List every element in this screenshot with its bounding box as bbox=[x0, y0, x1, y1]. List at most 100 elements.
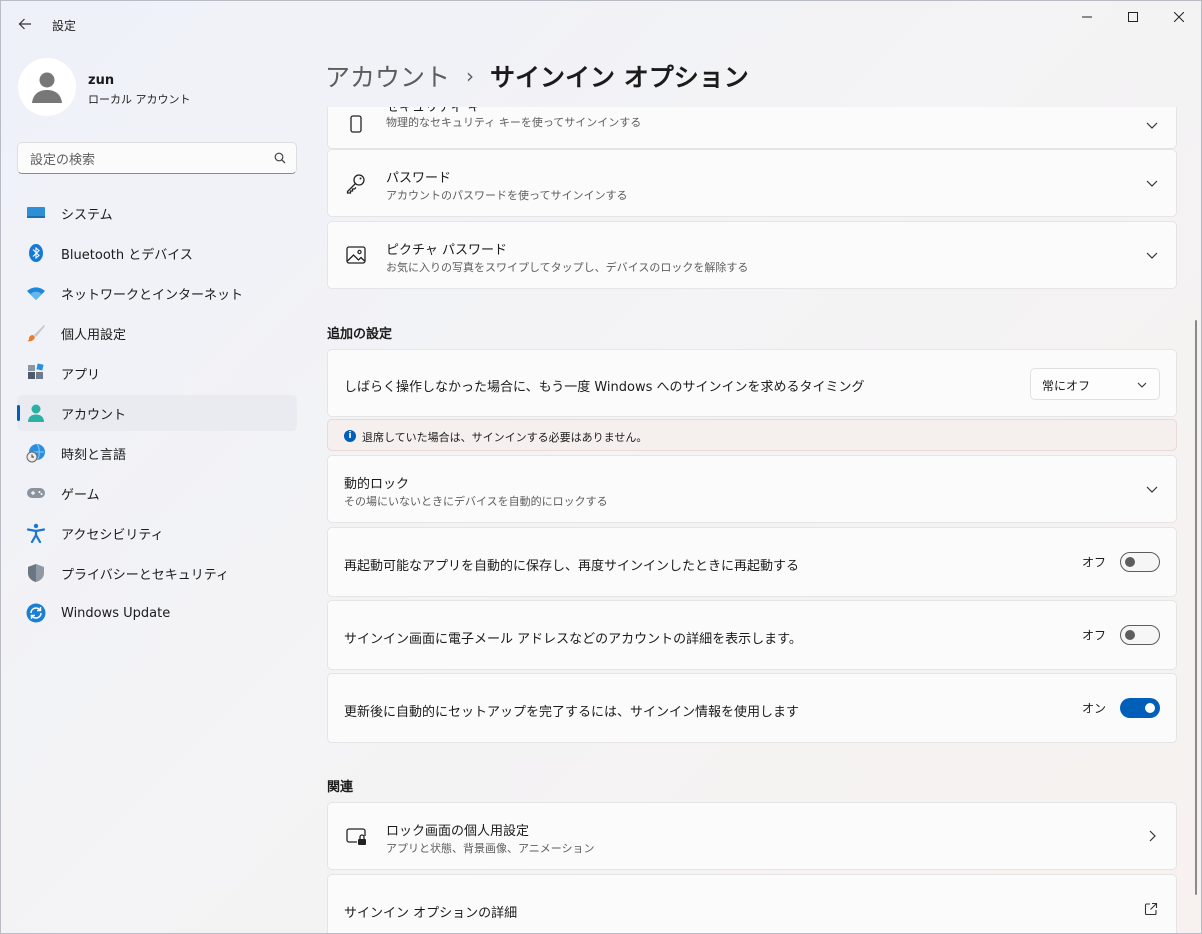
card-title: 動的ロック bbox=[344, 477, 410, 492]
picture-password-card[interactable]: ピクチャ パスワード お気に入りの写真をスワイプしてタップし、デバイスのロックを… bbox=[327, 221, 1177, 289]
security-key-card[interactable]: セキュリティ キー 物理的なセキュリティ キーを使ってサインインする bbox=[327, 107, 1177, 149]
card-subtitle: 物理的なセキュリティ キーを使ってサインインする bbox=[386, 116, 642, 129]
user-icon bbox=[32, 72, 62, 103]
search-icon[interactable] bbox=[274, 152, 286, 164]
brush-icon bbox=[27, 325, 45, 342]
toggle-knob bbox=[1125, 630, 1135, 640]
key-icon bbox=[346, 174, 365, 194]
chevron-down-icon bbox=[1146, 252, 1158, 259]
maximize-button[interactable] bbox=[1110, 6, 1156, 28]
section-title-additional: 追加の設定 bbox=[327, 327, 393, 342]
chevron-down-icon bbox=[1146, 122, 1158, 129]
sidebar-item-time-language[interactable]: 時刻と言語 bbox=[17, 435, 297, 471]
sidebar-item-label: Bluetooth とデバイス bbox=[61, 247, 193, 263]
setting-label: 再起動可能なアプリを自動的に保存し、再度サインインしたときに再起動する bbox=[344, 559, 800, 574]
breadcrumb-parent[interactable]: アカウント bbox=[325, 58, 450, 94]
bluetooth-icon bbox=[29, 244, 43, 262]
card-subtitle: その場にいないときにデバイスを自動的にロックする bbox=[344, 495, 608, 508]
sidebar-item-label: 個人用設定 bbox=[61, 327, 127, 343]
card-title: ロック画面の個人用設定 bbox=[386, 824, 530, 839]
require-signin-card: しばらく操作しなかった場合に、もう一度 Windows へのサインインを求めるタ… bbox=[327, 349, 1177, 417]
close-button[interactable] bbox=[1156, 6, 1202, 28]
breadcrumb: アカウント › サインイン オプション bbox=[325, 58, 749, 94]
shield-icon bbox=[28, 564, 44, 582]
card-title: ピクチャ パスワード bbox=[386, 243, 508, 258]
toggle-knob bbox=[1125, 557, 1135, 567]
account-type: ローカル アカウント bbox=[88, 93, 191, 106]
security-key-icon bbox=[350, 115, 362, 133]
search-input[interactable] bbox=[28, 149, 272, 171]
card-title: パスワード bbox=[386, 171, 452, 186]
sidebar-item-label: アカウント bbox=[61, 407, 127, 423]
main-content: セキュリティ キー 物理的なセキュリティ キーを使ってサインインする パスワード… bbox=[327, 107, 1177, 934]
section-title-related: 関連 bbox=[327, 780, 354, 795]
active-indicator bbox=[17, 405, 20, 421]
toggle-state-label: オフ bbox=[1081, 555, 1106, 570]
windows-update-icon bbox=[26, 603, 46, 623]
setting-label: 更新後に自動的にセットアップを完了するには、サインイン情報を使用します bbox=[344, 705, 800, 720]
apps-icon bbox=[28, 363, 44, 379]
toggle-knob bbox=[1145, 703, 1155, 713]
search-box[interactable] bbox=[17, 142, 297, 174]
auto-setup-card: 更新後に自動的にセットアップを完了するには、サインイン情報を使用します オン bbox=[327, 673, 1177, 743]
avatar bbox=[18, 58, 76, 116]
maximize-icon bbox=[1128, 12, 1138, 22]
scrollbar[interactable] bbox=[1195, 320, 1197, 895]
card-subtitle: アプリと状態、背景画像、アニメーション bbox=[386, 842, 595, 855]
toggle-state-label: オン bbox=[1081, 701, 1106, 716]
card-subtitle: お気に入りの写真をスワイプしてタップし、デバイスのロックを解除する bbox=[386, 261, 749, 274]
info-icon: i bbox=[344, 430, 356, 442]
restart-apps-toggle[interactable] bbox=[1120, 552, 1160, 572]
dropdown-value: 常にオフ bbox=[1042, 379, 1091, 393]
toggle-state-label: オフ bbox=[1081, 628, 1106, 643]
chevron-right-icon bbox=[1149, 830, 1156, 842]
info-bar: i 退席していた場合は、サインインする必要はありません。 bbox=[327, 419, 1177, 451]
card-subtitle: アカウントのパスワードを使ってサインインする bbox=[386, 189, 628, 202]
auto-setup-toggle[interactable] bbox=[1120, 698, 1160, 718]
restart-apps-card: 再起動可能なアプリを自動的に保存し、再度サインインしたときに再起動する オフ bbox=[327, 527, 1177, 597]
sidebar-nav: システム Bluetooth とデバイス ネットワークとインターネット 個人用設… bbox=[17, 195, 297, 635]
show-details-card: サインイン画面に電子メール アドレスなどのアカウントの詳細を表示します。 オフ bbox=[327, 600, 1177, 670]
wifi-icon bbox=[27, 287, 45, 300]
sidebar-item-label: ネットワークとインターネット bbox=[61, 287, 244, 303]
sidebar-item-gaming[interactable]: ゲーム bbox=[17, 475, 297, 511]
setting-label: サインイン画面に電子メール アドレスなどのアカウントの詳細を表示します。 bbox=[344, 632, 802, 647]
setting-label: しばらく操作しなかった場合に、もう一度 Windows へのサインインを求めるタ… bbox=[344, 380, 865, 395]
external-link-icon bbox=[1144, 902, 1158, 916]
app-title: 設定 bbox=[52, 19, 77, 33]
sidebar-item-accessibility[interactable]: アクセシビリティ bbox=[17, 515, 297, 551]
sidebar-item-label: ゲーム bbox=[61, 487, 100, 503]
require-signin-dropdown[interactable]: 常にオフ bbox=[1030, 368, 1160, 400]
card-title: サインイン オプションの詳細 bbox=[344, 906, 518, 921]
sidebar-item-label: Windows Update bbox=[61, 605, 171, 621]
breadcrumb-separator: › bbox=[466, 64, 475, 88]
sidebar-item-apps[interactable]: アプリ bbox=[17, 355, 297, 391]
time-language-icon bbox=[26, 443, 45, 463]
password-card[interactable]: パスワード アカウントのパスワードを使ってサインインする bbox=[327, 149, 1177, 217]
sidebar-item-label: システム bbox=[61, 207, 113, 223]
sidebar-item-personalization[interactable]: 個人用設定 bbox=[17, 315, 297, 351]
back-button[interactable] bbox=[14, 12, 36, 36]
sidebar-item-windows-update[interactable]: Windows Update bbox=[17, 595, 297, 631]
arrow-left-icon bbox=[18, 18, 31, 30]
sidebar-item-label: アプリ bbox=[61, 367, 101, 383]
sidebar-item-label: 時刻と言語 bbox=[61, 447, 127, 463]
sidebar-item-network[interactable]: ネットワークとインターネット bbox=[17, 275, 297, 311]
sidebar-item-accounts[interactable]: アカウント bbox=[17, 395, 297, 431]
dynamic-lock-card[interactable]: 動的ロック その場にいないときにデバイスを自動的にロックする bbox=[327, 455, 1177, 523]
account-icon bbox=[28, 404, 44, 422]
user-name: zun bbox=[88, 73, 115, 88]
chevron-down-icon bbox=[1137, 382, 1147, 388]
sidebar-item-label: プライバシーとセキュリティ bbox=[61, 567, 229, 583]
lock-screen-card[interactable]: ロック画面の個人用設定 アプリと状態、背景画像、アニメーション bbox=[327, 802, 1177, 870]
minimize-button[interactable] bbox=[1064, 6, 1110, 28]
sidebar-item-privacy[interactable]: プライバシーとセキュリティ bbox=[17, 555, 297, 591]
info-text: 退席していた場合は、サインインする必要はありません。 bbox=[362, 431, 648, 444]
sidebar-item-bluetooth[interactable]: Bluetooth とデバイス bbox=[17, 235, 297, 271]
signin-options-more-card[interactable]: サインイン オプションの詳細 bbox=[327, 874, 1177, 934]
picture-icon bbox=[346, 246, 366, 264]
page-title: サインイン オプション bbox=[490, 63, 749, 92]
lock-screen-icon bbox=[346, 828, 366, 845]
show-details-toggle[interactable] bbox=[1120, 625, 1160, 645]
sidebar-item-system[interactable]: システム bbox=[17, 195, 297, 231]
